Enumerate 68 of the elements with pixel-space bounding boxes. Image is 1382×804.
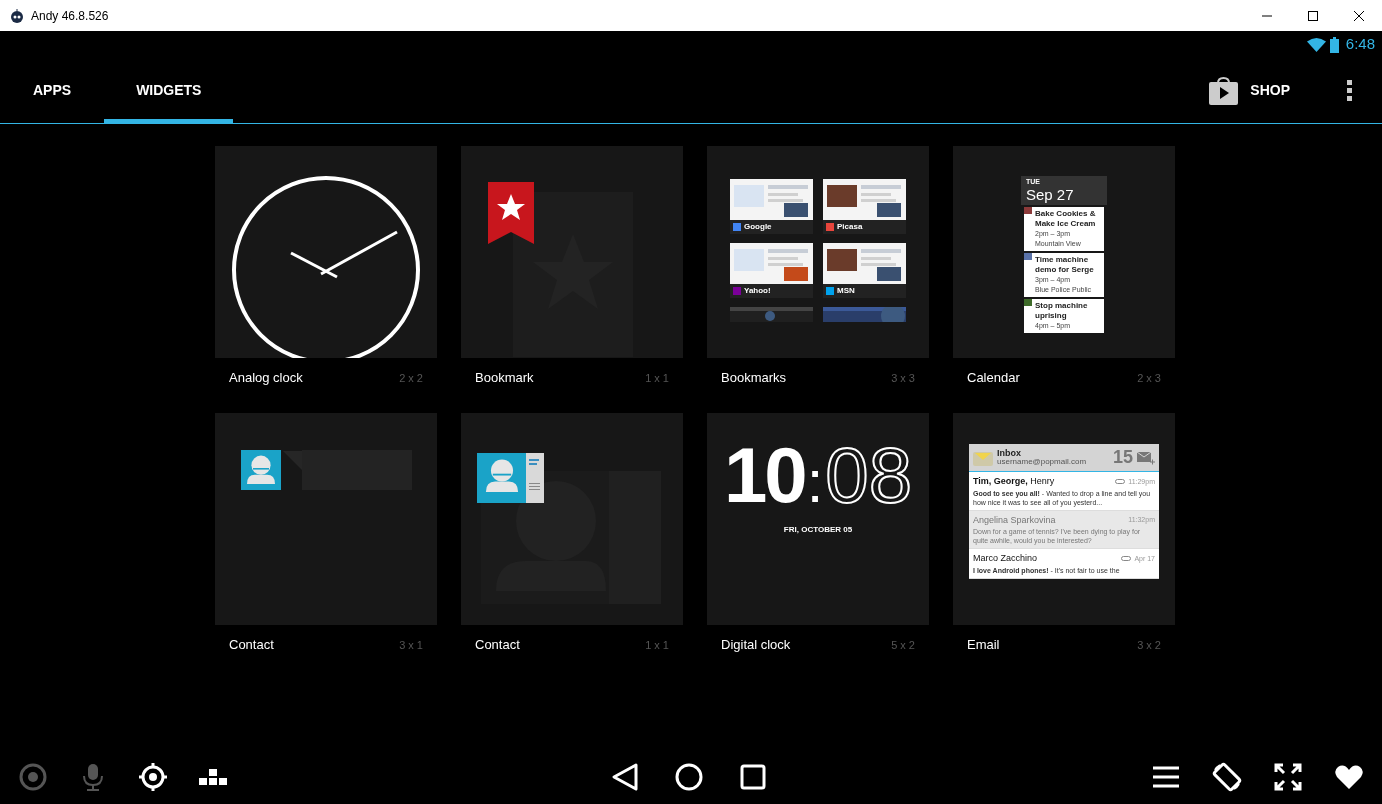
rotate-icon[interactable]: [1212, 762, 1242, 792]
clock-date: FRI, OCTOBER 05: [783, 524, 853, 536]
unread-count: 15: [1112, 446, 1133, 469]
clock-separator: :: [806, 447, 824, 517]
close-icon: [1354, 10, 1364, 21]
compose-mail-icon: [1137, 450, 1155, 465]
bookmark-label: Google: [744, 223, 772, 231]
back-icon[interactable]: [610, 762, 640, 792]
wifi-icon: [1306, 37, 1326, 52]
tab[interactable]: WIDGETS: [104, 58, 234, 123]
widget-name: Contact: [229, 636, 274, 655]
widget-name: Analog clock: [229, 369, 303, 388]
bookmark-thumbnail[interactable]: Picasa: [823, 179, 906, 234]
status-time: 6:48: [1345, 34, 1375, 55]
widget-preview[interactable]: [215, 413, 437, 625]
maximize-icon: [1308, 10, 1318, 21]
widget-size: 3 x 1: [399, 637, 423, 653]
home-icon[interactable]: [674, 762, 704, 792]
crosshair-icon[interactable]: [138, 762, 168, 792]
bookmark-label: Picasa: [837, 223, 863, 231]
bookmark-ribbon-icon: [488, 182, 534, 244]
event-title: Bake Cookies & Make Ice Cream: [1035, 209, 1097, 229]
widget-name: Bookmark: [475, 369, 534, 388]
widget-preview[interactable]: [953, 413, 1175, 625]
shopping-bag-icon: [1209, 76, 1239, 105]
date-label: Sep 27: [1026, 186, 1075, 203]
event-title: Time machine demo for Serge: [1035, 255, 1095, 275]
window-title: Andy 46.8.526: [31, 7, 109, 25]
widget-size: 5 x 2: [891, 637, 915, 653]
clock-minutes: 08: [825, 435, 913, 515]
app-logo-icon: [10, 8, 24, 23]
widget-name: Digital clock: [721, 636, 791, 655]
shop-button[interactable]: SHOP: [1207, 58, 1292, 123]
contact-card-icon: [477, 453, 544, 503]
widget-size: 1 x 1: [645, 370, 669, 386]
bookmark-thumbnail[interactable]: Yahoo!: [730, 243, 813, 298]
sender-name: Tim, George, Henry: [973, 475, 1055, 488]
bookmark-thumbnail[interactable]: Google: [730, 179, 813, 234]
widget-preview[interactable]: [215, 146, 437, 358]
bookmark-label: Yahoo!: [744, 287, 771, 295]
widget-name: Bookmarks: [721, 369, 787, 388]
recents-icon[interactable]: [738, 762, 768, 792]
battery-icon: [1329, 36, 1339, 53]
contact-avatar-icon: [241, 450, 281, 490]
event-title: Stop machine uprising: [1035, 301, 1089, 321]
widget-name: Contact: [475, 636, 520, 655]
sender-name: Angelina Sparkovina: [973, 513, 1056, 527]
bookmark-label: MSN: [837, 287, 855, 295]
widget-preview[interactable]: [461, 413, 683, 625]
label-tag-icon: [1121, 556, 1132, 562]
label-tag-icon: [1115, 479, 1126, 485]
bookmark-thumbnail[interactable]: MSN: [823, 243, 906, 298]
widget-size: 2 x 3: [1137, 370, 1161, 386]
widget-size: 2 x 2: [399, 370, 423, 386]
widget-name: Email: [967, 636, 1000, 655]
account-label: username@popmail.com: [997, 458, 1087, 466]
tab[interactable]: APPS: [0, 58, 105, 123]
inbox-title: Inbox: [997, 449, 1022, 458]
widget-preview[interactable]: Google Picasa Yahoo! MSN: [707, 146, 929, 358]
sender-name: Marco Zacchino: [973, 552, 1038, 565]
widget-size: 3 x 3: [891, 370, 915, 386]
clock-hours: 10: [723, 435, 805, 515]
widget-preview[interactable]: 10:08 FRI, OCTOBER 05: [707, 413, 929, 625]
fullscreen-icon[interactable]: [1273, 762, 1303, 792]
widget-size: 3 x 2: [1137, 637, 1161, 653]
envelope-icon: [973, 449, 993, 466]
widget-name: Calendar: [967, 369, 1020, 388]
widget-size: 1 x 1: [645, 637, 669, 653]
